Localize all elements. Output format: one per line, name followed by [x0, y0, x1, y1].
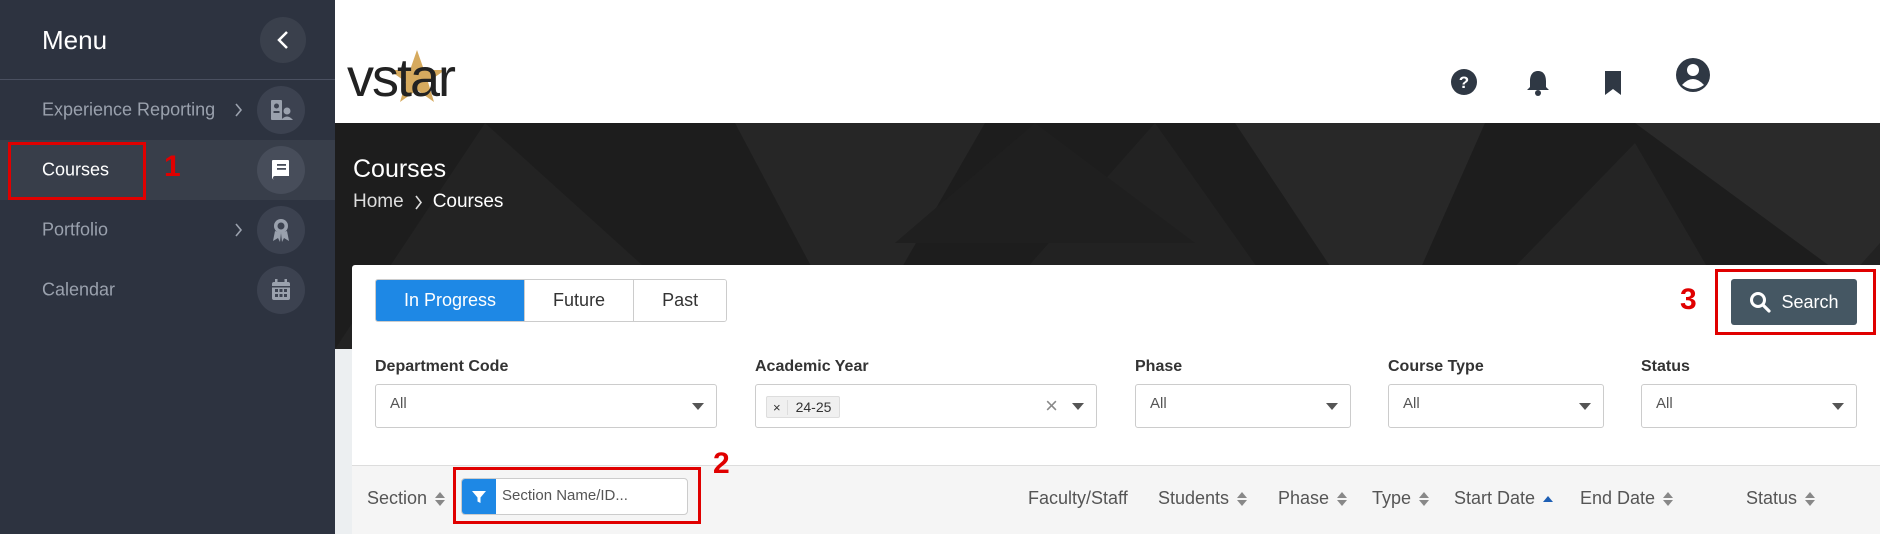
sort-icon — [1419, 491, 1430, 506]
annotation-box-2 — [453, 467, 701, 524]
column-label: Start Date — [1454, 488, 1536, 508]
phase-select[interactable]: All — [1135, 384, 1351, 428]
breadcrumb: Home Courses — [353, 191, 503, 213]
caret-down-icon — [692, 403, 704, 410]
page-title: Courses — [353, 155, 447, 183]
status-select[interactable]: All — [1641, 384, 1857, 428]
column-header-faculty-staff[interactable]: Faculty/Staff — [1028, 488, 1128, 509]
caret-down-icon — [1579, 403, 1591, 410]
annotation-box-3 — [1715, 269, 1876, 335]
column-label: Faculty/Staff — [1028, 488, 1128, 508]
id-badge-icon — [257, 86, 305, 134]
chip-remove-button[interactable]: × — [767, 399, 788, 415]
select-value: All — [1150, 395, 1167, 412]
logo-text: vstar — [347, 48, 456, 106]
column-header-phase[interactable]: Phase — [1278, 488, 1348, 509]
chevron-left-icon — [277, 31, 288, 49]
status-tabs: In Progress Future Past — [375, 279, 728, 322]
sidebar-item-portfolio[interactable]: Portfolio — [0, 200, 335, 260]
tab-in-progress[interactable]: In Progress — [376, 280, 526, 321]
clear-selection-icon[interactable]: × — [1045, 393, 1058, 419]
course-type-filter: Course Type All — [1388, 358, 1604, 428]
account-icon[interactable] — [1675, 57, 1711, 93]
sort-icon — [1805, 491, 1816, 506]
academic-year-select[interactable]: × 24-25 × — [755, 384, 1097, 428]
breadcrumb-current: Courses — [432, 191, 504, 212]
annotation-number-3: 3 — [1680, 283, 1697, 316]
tab-past[interactable]: Past — [634, 280, 727, 321]
filter-label: Phase — [1135, 358, 1183, 375]
select-value: All — [390, 395, 407, 412]
select-value: All — [1403, 395, 1420, 412]
annotation-number-2: 2 — [713, 447, 730, 480]
column-label: Students — [1158, 488, 1230, 508]
sidebar-item-label: Portfolio — [42, 219, 109, 240]
chip-label: 24-25 — [795, 399, 832, 415]
department-code-filter: Department Code All — [375, 358, 717, 428]
column-header-end-date[interactable]: End Date — [1580, 488, 1674, 509]
academic-year-filter: Academic Year × 24-25 × — [755, 358, 1097, 428]
breadcrumb-home-link[interactable]: Home — [353, 191, 404, 213]
course-type-select[interactable]: All — [1388, 384, 1604, 428]
help-icon[interactable]: ? — [1450, 68, 1478, 96]
column-header-type[interactable]: Type — [1372, 488, 1430, 509]
calendar-icon — [257, 266, 305, 314]
sort-ascending-icon — [1543, 495, 1554, 502]
svg-text:?: ? — [1459, 73, 1469, 92]
tab-future[interactable]: Future — [525, 280, 635, 321]
annotation-box-1 — [8, 142, 146, 200]
sidebar-item-calendar[interactable]: Calendar — [0, 260, 335, 320]
column-label: End Date — [1580, 488, 1656, 508]
vstar-logo[interactable]: vstar — [347, 48, 477, 111]
column-header-students[interactable]: Students — [1158, 488, 1248, 509]
sort-icon — [435, 491, 446, 506]
sort-icon — [1237, 491, 1248, 506]
column-label: Status — [1746, 488, 1798, 508]
status-filter: Status All — [1641, 358, 1857, 428]
column-header-status[interactable]: Status — [1746, 488, 1816, 509]
bell-icon[interactable] — [1525, 68, 1551, 96]
phase-filter: Phase All — [1135, 358, 1351, 428]
top-bar: vstar ? — [335, 0, 1880, 123]
academic-year-chip: × 24-25 — [766, 396, 841, 418]
chevron-right-icon — [235, 103, 243, 117]
sidebar-item-label: Experience Reporting — [42, 99, 216, 120]
column-label: Type — [1372, 488, 1412, 508]
sidebar-item-label: Calendar — [42, 279, 116, 300]
filter-label: Academic Year — [755, 358, 869, 375]
department-code-select[interactable]: All — [375, 384, 717, 428]
column-header-start-date[interactable]: Start Date — [1454, 488, 1554, 509]
filter-label: Department Code — [375, 358, 509, 375]
sort-icon — [1337, 491, 1348, 506]
filter-label: Status — [1641, 358, 1690, 375]
award-icon — [257, 206, 305, 254]
book-icon — [257, 146, 305, 194]
chevron-right-icon — [235, 223, 243, 237]
column-label: Section — [367, 488, 428, 508]
sidebar-title: Menu — [42, 25, 108, 55]
sidebar-header: Menu — [0, 0, 335, 80]
bookmark-icon[interactable] — [1603, 70, 1623, 96]
annotation-number-1: 1 — [164, 150, 181, 183]
caret-down-icon — [1832, 403, 1844, 410]
sidebar-item-experience-reporting[interactable]: Experience Reporting — [0, 80, 335, 140]
column-label: Phase — [1278, 488, 1330, 508]
select-value: All — [1656, 395, 1673, 412]
collapse-sidebar-button[interactable] — [260, 17, 306, 63]
column-header-section[interactable]: Section — [367, 488, 446, 509]
caret-down-icon — [1072, 403, 1084, 410]
sort-icon — [1663, 491, 1674, 506]
chevron-right-icon — [415, 195, 422, 209]
caret-down-icon — [1326, 403, 1338, 410]
sidebar: Menu Experience Reporting Courses Portfo… — [0, 0, 335, 534]
filter-label: Course Type — [1388, 358, 1484, 375]
